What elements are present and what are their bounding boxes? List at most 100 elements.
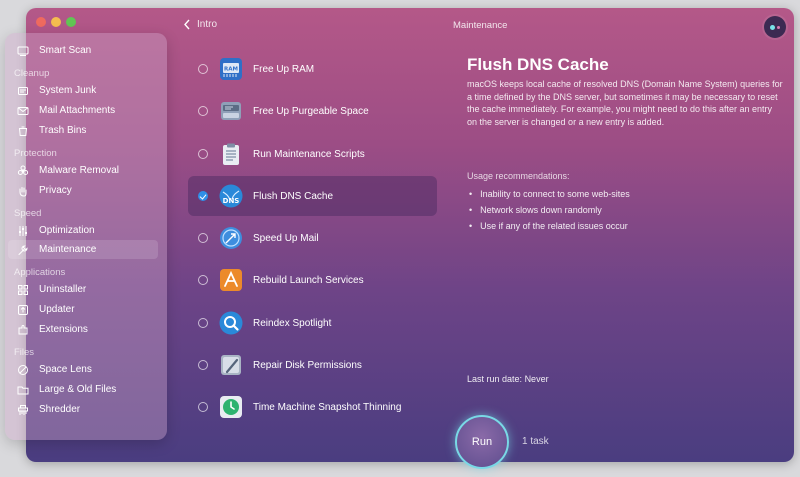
launch-services-icon [219, 268, 243, 292]
sidebar-item-label: Trash Bins [39, 125, 87, 136]
sidebar-item-large-old-files[interactable]: Large & Old Files [8, 380, 158, 399]
sidebar-item-updater[interactable]: Updater [8, 300, 158, 319]
sidebar-item-mail-attachments[interactable]: Mail Attachments [8, 101, 158, 120]
sidebar-item-shredder[interactable]: Shredder [8, 400, 158, 419]
updater-icon [17, 304, 29, 316]
task-checkbox[interactable] [198, 64, 208, 74]
task-row-repair-disk-permissions[interactable]: Repair Disk Permissions [188, 345, 437, 385]
task-checkbox[interactable] [198, 233, 208, 243]
window-title: Maintenance [453, 20, 508, 31]
detail-title: Flush DNS Cache [467, 55, 609, 74]
chevron-left-icon [184, 19, 190, 30]
dns-icon: DNS [219, 184, 243, 208]
last-run-date: Last run date: Never [467, 374, 549, 384]
sidebar-item-label: Large & Old Files [39, 384, 117, 395]
last-run-value: Never [524, 374, 549, 384]
assistant-button[interactable] [764, 16, 786, 38]
ram-chip-icon: RAM [219, 57, 243, 81]
sidebar-item-smart-scan[interactable]: Smart Scan [8, 41, 158, 60]
task-checkbox[interactable] [198, 106, 208, 116]
sidebar-item-label: Optimization [39, 225, 95, 236]
system-junk-icon [17, 85, 29, 97]
sidebar-item-space-lens[interactable]: Space Lens [8, 360, 158, 379]
close-window-button[interactable] [36, 17, 46, 27]
task-checkbox[interactable] [198, 360, 208, 370]
task-row-run-maintenance-scripts[interactable]: Run Maintenance Scripts [188, 134, 437, 174]
clipboard-icon [219, 142, 243, 166]
task-checkbox[interactable] [198, 275, 208, 285]
task-row-reindex-spotlight[interactable]: Reindex Spotlight [188, 303, 437, 343]
sidebar-item-label: Space Lens [39, 364, 92, 375]
task-checkbox[interactable] [198, 402, 208, 412]
sidebar-item-label: Smart Scan [39, 45, 92, 56]
drive-icon [219, 99, 243, 123]
task-count: 1 task [522, 436, 549, 447]
back-label: Intro [197, 19, 218, 30]
usage-item: • Network slows down randomly [469, 205, 602, 215]
run-button[interactable]: Run [455, 415, 509, 469]
trash-icon [17, 125, 29, 137]
detail-description: macOS keeps local cache of resolved DNS … [467, 79, 783, 127]
sidebar-item-optimization[interactable]: Optimization [8, 221, 158, 240]
sidebar-item-maintenance[interactable]: Maintenance [8, 240, 158, 259]
hand-icon [17, 185, 29, 197]
wrench-icon [17, 244, 29, 256]
task-label: Rebuild Launch Services [253, 274, 364, 286]
smart-scan-icon [17, 45, 29, 57]
sidebar-item-label: Mail Attachments [39, 105, 116, 116]
task-label: Time Machine Snapshot Thinning [253, 401, 402, 413]
task-checkbox[interactable] [198, 191, 208, 201]
task-label: Reindex Spotlight [253, 317, 332, 329]
task-label: Repair Disk Permissions [253, 359, 362, 371]
back-button[interactable]: Intro [183, 19, 217, 30]
sidebar-item-label: Shredder [39, 404, 81, 415]
sidebar-item-label: Maintenance [39, 244, 97, 255]
task-row-time-machine-snapshot-thinning[interactable]: Time Machine Snapshot Thinning [188, 387, 437, 427]
sidebar-item-trash-bins[interactable]: Trash Bins [8, 121, 158, 140]
spotlight-icon [219, 311, 243, 335]
task-checkbox[interactable] [198, 318, 208, 328]
extensions-icon [17, 324, 29, 336]
task-row-speed-up-mail[interactable]: Speed Up Mail [188, 218, 437, 258]
task-label: Flush DNS Cache [253, 190, 334, 202]
task-row-flush-dns-cache[interactable]: DNS Flush DNS Cache [188, 176, 437, 216]
zoom-window-button[interactable] [66, 17, 76, 27]
sidebar-item-label: Updater [39, 304, 75, 315]
task-row-rebuild-launch-services[interactable]: Rebuild Launch Services [188, 260, 437, 300]
sidebar-section-protection: Protection [14, 148, 57, 159]
sidebar-section-speed: Speed [14, 208, 42, 219]
sidebar-item-label: Malware Removal [39, 165, 120, 176]
space-lens-icon [17, 364, 29, 376]
task-row-free-up-ram[interactable]: RAM Free Up RAM [188, 49, 437, 89]
task-row-free-up-purgeable-space[interactable]: Free Up Purgeable Space [188, 91, 437, 131]
usage-recommendations-title: Usage recommendations: [467, 171, 570, 181]
last-run-label: Last run date: [467, 374, 523, 384]
biohazard-icon [17, 165, 29, 177]
folder-icon [17, 384, 29, 396]
sidebar-item-label: Uninstaller [39, 284, 87, 295]
uninstaller-icon [17, 284, 29, 296]
usage-item: • Inability to connect to some web-sites [469, 189, 630, 199]
sidebar-item-privacy[interactable]: Privacy [8, 181, 158, 200]
svg-text:RAM: RAM [224, 67, 238, 73]
task-label: Free Up Purgeable Space [253, 105, 369, 117]
svg-text:DNS: DNS [223, 197, 240, 205]
sidebar-item-malware-removal[interactable]: Malware Removal [8, 161, 158, 180]
mail-attachments-icon [17, 105, 29, 117]
sidebar-item-uninstaller[interactable]: Uninstaller [8, 280, 158, 299]
mail-stamp-icon [219, 226, 243, 250]
minimize-window-button[interactable] [51, 17, 61, 27]
task-checkbox[interactable] [198, 149, 208, 159]
task-label: Speed Up Mail [253, 232, 319, 244]
sidebar-item-label: Privacy [39, 185, 72, 196]
sidebar-item-label: System Junk [39, 85, 97, 96]
usage-item: • Use if any of the related issues occur [469, 221, 628, 231]
sidebar-section-applications: Applications [14, 267, 66, 278]
time-machine-icon [219, 395, 243, 419]
sidebar-item-extensions[interactable]: Extensions [8, 320, 158, 339]
sidebar-section-files: Files [14, 347, 35, 358]
task-label: Free Up RAM [253, 63, 315, 75]
shredder-icon [17, 404, 29, 416]
assistant-icon [770, 25, 775, 30]
sidebar-item-system-junk[interactable]: System Junk [8, 81, 158, 100]
